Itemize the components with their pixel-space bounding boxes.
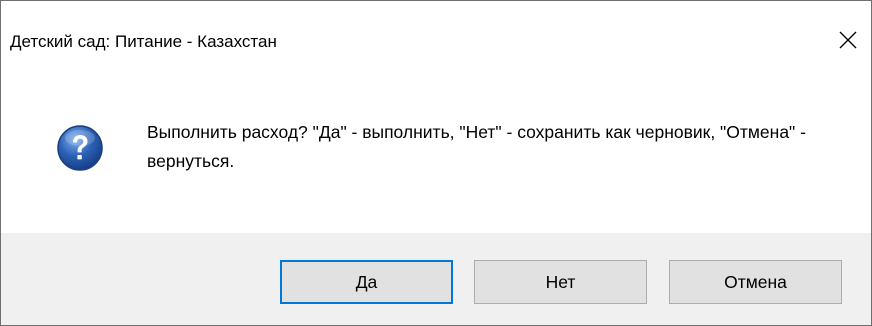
message-dialog: Детский сад: Питание - Казахстан Выполни… xyxy=(0,0,872,326)
no-button[interactable]: Нет xyxy=(474,260,647,304)
question-icon xyxy=(57,125,103,171)
button-bar: Да Нет Отмена xyxy=(1,233,871,325)
close-icon xyxy=(839,31,857,49)
yes-button[interactable]: Да xyxy=(280,260,453,304)
cancel-button[interactable]: Отмена xyxy=(669,260,842,304)
message-text: Выполнить расход? "Да" - выполнить, "Нет… xyxy=(147,122,806,171)
title-bar: Детский сад: Питание - Казахстан xyxy=(1,1,871,61)
window-title: Детский сад: Питание - Казахстан xyxy=(10,32,277,51)
close-button[interactable] xyxy=(825,18,871,62)
dialog-content: Выполнить расход? "Да" - выполнить, "Нет… xyxy=(1,61,871,233)
